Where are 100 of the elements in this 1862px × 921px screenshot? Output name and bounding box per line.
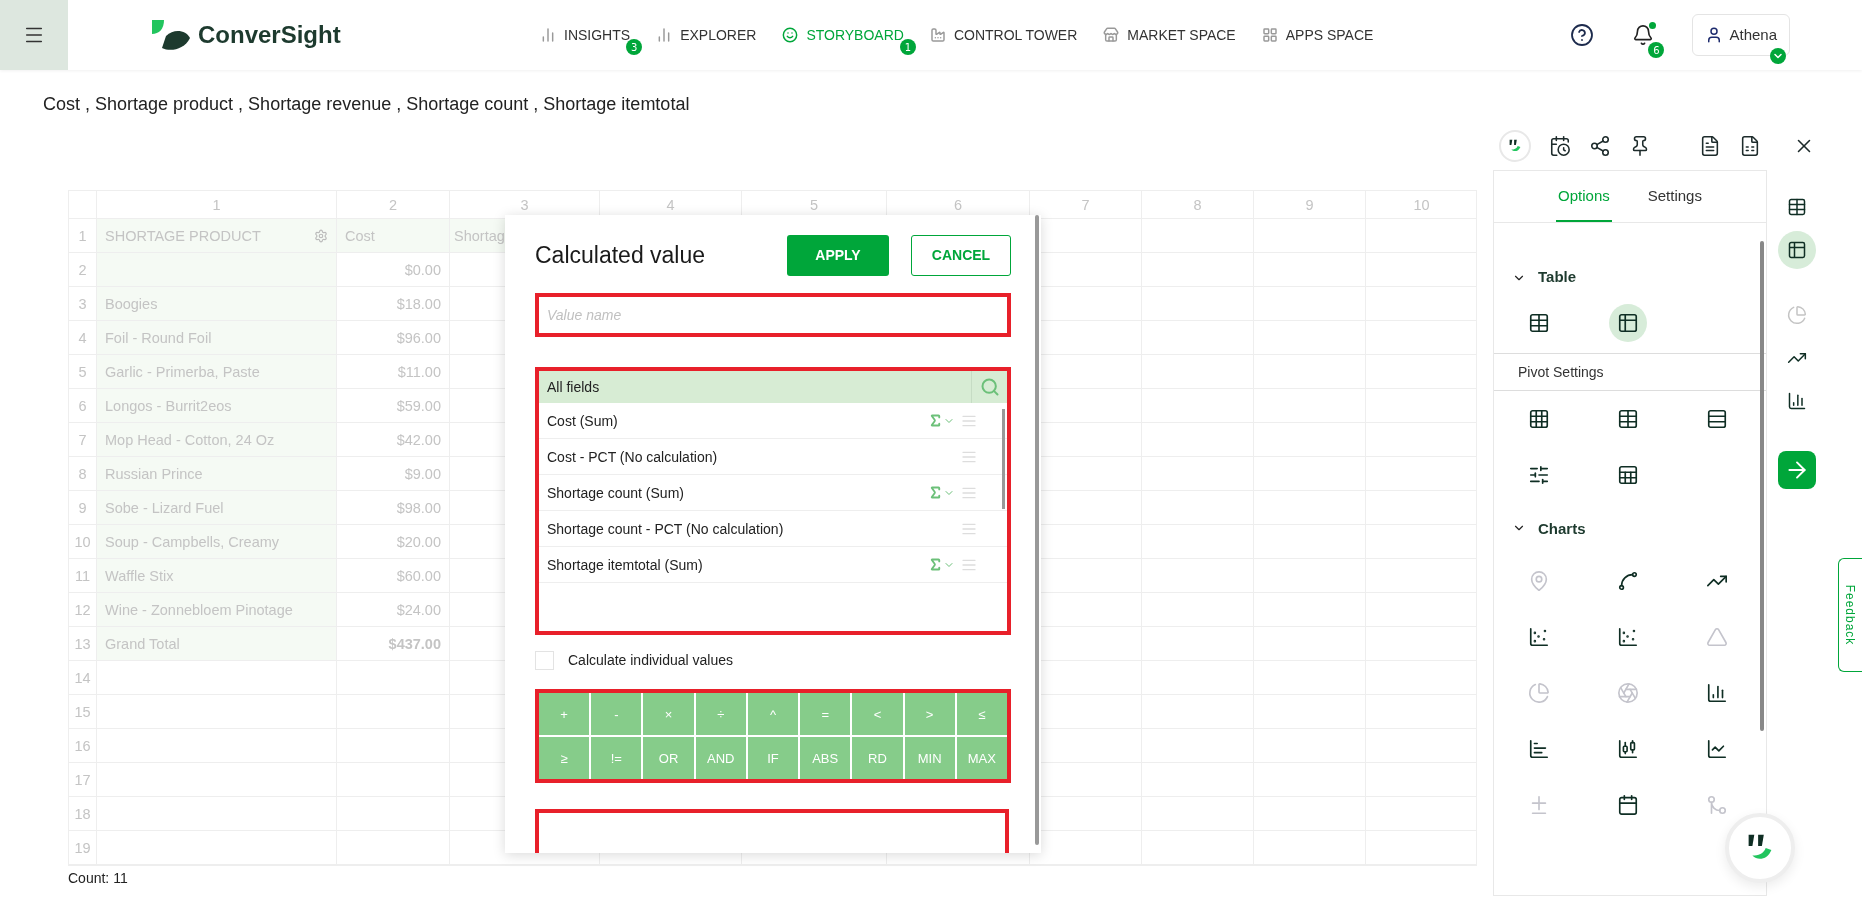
row-number: 6 — [77, 396, 88, 416]
sigma-icon — [928, 557, 943, 572]
field-item[interactable]: Shortage count (Sum) — [547, 484, 922, 501]
row-number: 10 — [73, 532, 92, 552]
table-cell-text: $42.00 — [395, 430, 442, 450]
row-number: 19 — [73, 838, 92, 858]
field-item[interactable]: Shortage itemtotal (Sum) — [547, 556, 922, 573]
operator-button[interactable]: < — [852, 693, 903, 735]
row-number: 16 — [73, 736, 92, 756]
operator-button[interactable]: OR — [643, 737, 694, 779]
formula-field[interactable] — [535, 809, 1009, 853]
report-button[interactable] — [1549, 135, 1571, 157]
section-title: Charts — [1538, 519, 1586, 537]
factory-icon — [929, 27, 946, 43]
scrollbar[interactable] — [1035, 215, 1039, 845]
column-number: 4 — [665, 195, 676, 215]
table-cell-text: $11.00 — [396, 362, 442, 382]
help-button[interactable] — [1570, 23, 1595, 47]
operator-button[interactable]: × — [643, 693, 694, 735]
operator-button[interactable]: - — [591, 693, 642, 735]
tab[interactable]: Options — [1556, 171, 1612, 222]
column-number: 7 — [1080, 195, 1091, 215]
table-cell-text: $437.00 — [387, 634, 442, 654]
operator-button[interactable]: > — [904, 693, 955, 735]
sheet-icon — [1616, 464, 1639, 486]
table-type-button[interactable] — [1608, 304, 1647, 342]
gear-icon — [314, 228, 328, 243]
spreadsheet-file-icon — [1739, 135, 1761, 157]
nav-link[interactable]: MARKET SPACE — [1103, 27, 1236, 43]
pivot-table-icon — [1616, 312, 1639, 334]
operator-button[interactable]: + — [539, 693, 590, 735]
list-header: All fields — [546, 379, 601, 395]
operator-button[interactable]: ^ — [747, 693, 799, 735]
section-title: Table — [1538, 268, 1577, 285]
aggregation-dropdown[interactable] — [928, 485, 955, 500]
chart-rail-button[interactable] — [1778, 231, 1816, 269]
nav-link[interactable]: EXPLORER — [656, 27, 757, 43]
table-cell-text: $60.00 — [395, 566, 442, 586]
grid-icon — [1527, 408, 1550, 430]
help-icon — [1570, 23, 1595, 47]
logo-text: ConverSight — [198, 21, 341, 49]
operator-button[interactable]: MIN — [904, 737, 955, 779]
table-icon — [1527, 312, 1550, 334]
field-item[interactable]: Shortage count - PCT (No calculation) — [547, 520, 955, 537]
column-number: 5 — [808, 195, 820, 215]
apply-button[interactable]: APPLY — [787, 234, 889, 276]
scrollbar[interactable] — [1002, 409, 1005, 509]
assistant-button[interactable] — [1499, 130, 1531, 162]
table-cell-text: $98.00 — [395, 498, 442, 518]
operator-button[interactable]: MAX — [956, 737, 1007, 779]
notifications-button[interactable] — [1632, 24, 1655, 46]
operator-button[interactable]: ABS — [800, 737, 851, 779]
row-number: 18 — [73, 804, 92, 824]
value-name-field[interactable]: Value name — [535, 293, 1011, 337]
share-button[interactable] — [1589, 135, 1611, 157]
count-badge: 3 — [626, 39, 643, 55]
count-badge: 6 — [1648, 42, 1665, 58]
table-cell-text: $24.00 — [395, 600, 442, 620]
user-menu-button[interactable]: Athena — [1692, 14, 1790, 56]
operator-button[interactable]: = — [800, 693, 851, 735]
operator-button[interactable]: != — [591, 737, 642, 779]
scrollbar[interactable] — [1760, 241, 1764, 731]
nav-link[interactable]: CONTROL TOWER — [929, 27, 1078, 43]
operator-button[interactable]: RD — [852, 737, 903, 779]
smiley-icon — [782, 27, 799, 43]
operator-button[interactable]: ≤ — [956, 693, 1007, 735]
dropdown-badge[interactable] — [1770, 48, 1786, 64]
operator-button[interactable]: ≥ — [539, 737, 590, 779]
field-list-title: Cost , Shortage product , Shortage revenue , Shortage count , Shortage itemtotal — [42, 93, 691, 116]
aggregation-dropdown[interactable] — [928, 413, 955, 428]
operator-button[interactable]: IF — [747, 737, 799, 779]
aggregation-dropdown[interactable] — [928, 557, 955, 572]
row-number: 9 — [77, 498, 88, 518]
column-number: 8 — [1192, 195, 1203, 215]
report-icon — [1549, 135, 1571, 157]
operator-button[interactable]: AND — [695, 737, 746, 779]
row-number: 13 — [73, 634, 92, 654]
table-icon — [1616, 408, 1639, 430]
row-number: 7 — [77, 430, 88, 450]
feedback-tab[interactable]: Feedback — [1838, 558, 1862, 672]
column-number: 1 — [211, 195, 222, 215]
row-count: Count: 11 — [68, 870, 129, 886]
operator-button[interactable]: ÷ — [695, 693, 746, 735]
checkbox[interactable] — [535, 650, 554, 670]
menu-button[interactable] — [0, 0, 68, 70]
table-cell-text: $0.00 — [403, 260, 442, 280]
field-item[interactable]: Cost - PCT (No calculation) — [547, 448, 955, 465]
field-item[interactable]: Cost (Sum) — [547, 412, 922, 429]
table-cell-text: $18.00 — [395, 294, 442, 314]
logo-icon — [150, 18, 192, 52]
row-number: 14 — [73, 668, 92, 688]
row-number: 1 — [77, 226, 88, 246]
cancel-button[interactable]: CANCEL — [911, 234, 1011, 276]
row-number: 8 — [77, 464, 88, 484]
next-button[interactable] — [1778, 451, 1816, 489]
spreadsheet-file-button[interactable] — [1739, 135, 1761, 157]
tab[interactable]: Settings — [1645, 171, 1704, 222]
pdf-file-button[interactable] — [1699, 135, 1721, 157]
bell-icon — [1632, 24, 1655, 46]
nav-link[interactable]: APPS SPACE — [1261, 27, 1374, 43]
